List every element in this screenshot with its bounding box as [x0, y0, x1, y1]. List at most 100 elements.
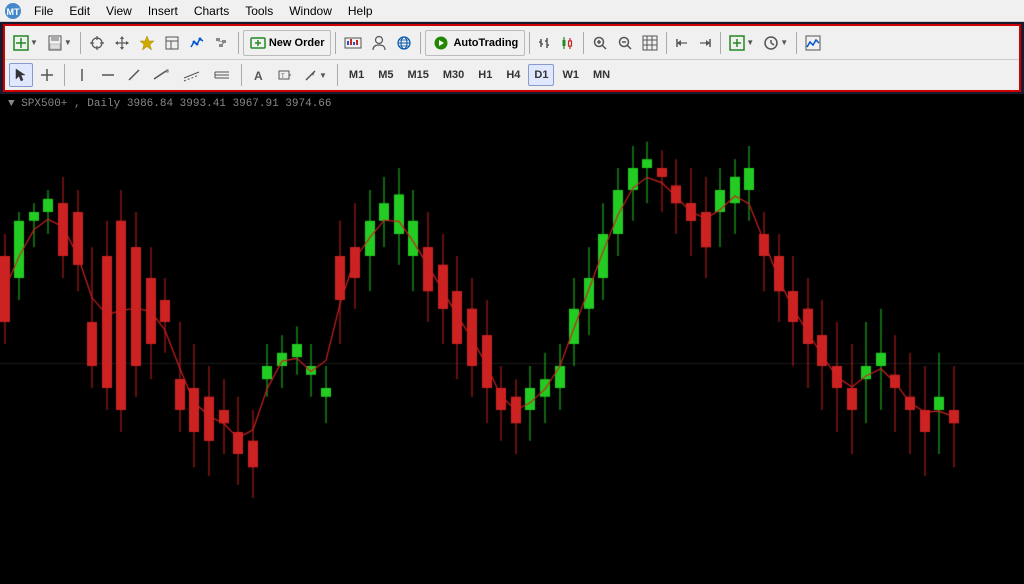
dropdown-arrow2: ▼ [64, 38, 72, 47]
sep8 [720, 32, 721, 54]
chart-timeframe: Daily [87, 98, 120, 110]
clock-icon [763, 35, 779, 51]
zoom-out-icon [617, 35, 633, 51]
text-icon: A [252, 68, 266, 82]
svg-text:₴: ₴ [166, 69, 169, 75]
template-icon [164, 35, 180, 51]
new-order-label: New Order [269, 37, 325, 49]
save-icon [47, 35, 63, 51]
history-button[interactable] [340, 30, 366, 56]
move-button[interactable] [110, 30, 134, 56]
chart-window-icon [805, 35, 821, 51]
app-logo: MT [4, 2, 22, 20]
scroll-right-button[interactable] [694, 30, 716, 56]
menu-insert[interactable]: Insert [140, 2, 186, 20]
sep1 [80, 32, 81, 54]
tf-mn[interactable]: MN [587, 64, 616, 86]
autotrading-button[interactable]: AutoTrading [425, 30, 525, 56]
tf-m15[interactable]: M15 [401, 64, 434, 86]
app: MT File Edit View Insert Charts Tools Wi… [0, 0, 1024, 584]
chart-sep: , [74, 98, 81, 110]
tf-d1[interactable]: D1 [528, 64, 554, 86]
dropdown-arrow: ▼ [30, 38, 38, 47]
tf-h1[interactable]: H1 [472, 64, 498, 86]
chart-type-bar-button[interactable] [534, 30, 556, 56]
new-order-icon [250, 35, 266, 51]
sep-draw3 [337, 64, 338, 86]
move-icon [114, 35, 130, 51]
bar-chart-icon [538, 35, 552, 51]
tf-m5[interactable]: M5 [372, 64, 399, 86]
vline-icon [75, 68, 89, 82]
sep3 [335, 32, 336, 54]
news-button[interactable] [392, 30, 416, 56]
crosshair-button[interactable] [85, 30, 109, 56]
hline-icon [101, 68, 115, 82]
cross-icon [40, 68, 54, 82]
star-button[interactable] [135, 30, 159, 56]
chart-type-candle-button[interactable] [557, 30, 579, 56]
new-chart-button[interactable]: ▼ [9, 30, 42, 56]
candle-chart-icon [561, 35, 575, 51]
tf-w1[interactable]: W1 [556, 64, 585, 86]
hline-tool-button[interactable] [96, 63, 120, 87]
tf-m30[interactable]: M30 [437, 64, 470, 86]
autotrading-icon [432, 35, 450, 51]
arrow-draw-button[interactable]: ▼ [299, 63, 332, 87]
svg-text:T: T [281, 74, 285, 80]
arrow-draw-icon [304, 68, 318, 82]
save-profile-button[interactable]: ▼ [43, 30, 76, 56]
diag-tool-button[interactable] [122, 63, 146, 87]
label-tool-button[interactable]: T [273, 63, 297, 87]
sep7 [666, 32, 667, 54]
svg-text:A: A [254, 69, 263, 82]
vline-tool-button[interactable] [70, 63, 94, 87]
cursor-icon [14, 68, 28, 82]
crosshair-icon [89, 35, 105, 51]
toolbar-bottom: ₴ [5, 60, 1019, 90]
channel-icon [183, 68, 201, 82]
chart-area[interactable]: ▼ SPX500+ , Daily 3986.84 3993.41 3967.9… [0, 94, 1024, 584]
cursor-tool-button[interactable] [9, 63, 33, 87]
autotrading-label: AutoTrading [453, 37, 518, 49]
chart-window-button[interactable] [801, 30, 825, 56]
sep-draw2 [241, 64, 242, 86]
add-indicator-icon [729, 35, 745, 51]
menu-window[interactable]: Window [281, 2, 340, 20]
menu-help[interactable]: Help [340, 2, 381, 20]
sep2 [238, 32, 239, 54]
grid-button[interactable] [638, 30, 662, 56]
scroll-right-icon [698, 35, 712, 51]
zoom-in-icon [592, 35, 608, 51]
add-indicator-button[interactable]: ▼ [725, 30, 758, 56]
zoom-in-button[interactable] [588, 30, 612, 56]
indicators-button[interactable] [185, 30, 209, 56]
alerts-button[interactable]: ▼ [759, 30, 792, 56]
template-button[interactable] [160, 30, 184, 56]
menu-file[interactable]: File [26, 2, 61, 20]
menu-edit[interactable]: Edit [61, 2, 98, 20]
new-order-button[interactable]: New Order [243, 30, 332, 56]
cross-tool-button[interactable] [35, 63, 59, 87]
channel-tool-button[interactable] [178, 63, 206, 87]
tf-h4[interactable]: H4 [500, 64, 526, 86]
chart-triangle: ▼ [8, 98, 21, 110]
chart-info: ▼ SPX500+ , Daily 3986.84 3993.41 3967.9… [8, 98, 332, 110]
scroll-left-icon [675, 35, 689, 51]
menu-view[interactable]: View [98, 2, 140, 20]
indicators-icon [189, 35, 205, 51]
text-tool-button[interactable]: A [247, 63, 271, 87]
chart-canvas[interactable] [0, 94, 1024, 584]
trend-price-tool-button[interactable]: ₴ [148, 63, 176, 87]
label-icon: T [278, 68, 292, 82]
menu-tools[interactable]: Tools [237, 2, 281, 20]
objects-icon [214, 35, 230, 51]
fib-tool-button[interactable] [208, 63, 236, 87]
menu-charts[interactable]: Charts [186, 2, 237, 20]
account-button[interactable] [367, 30, 391, 56]
tf-m1[interactable]: M1 [343, 64, 370, 86]
objects-button[interactable] [210, 30, 234, 56]
scroll-left-button[interactable] [671, 30, 693, 56]
zoom-out-button[interactable] [613, 30, 637, 56]
content-area: ▼ SPX500+ , Daily 3986.84 3993.41 3967.9… [0, 94, 1024, 584]
